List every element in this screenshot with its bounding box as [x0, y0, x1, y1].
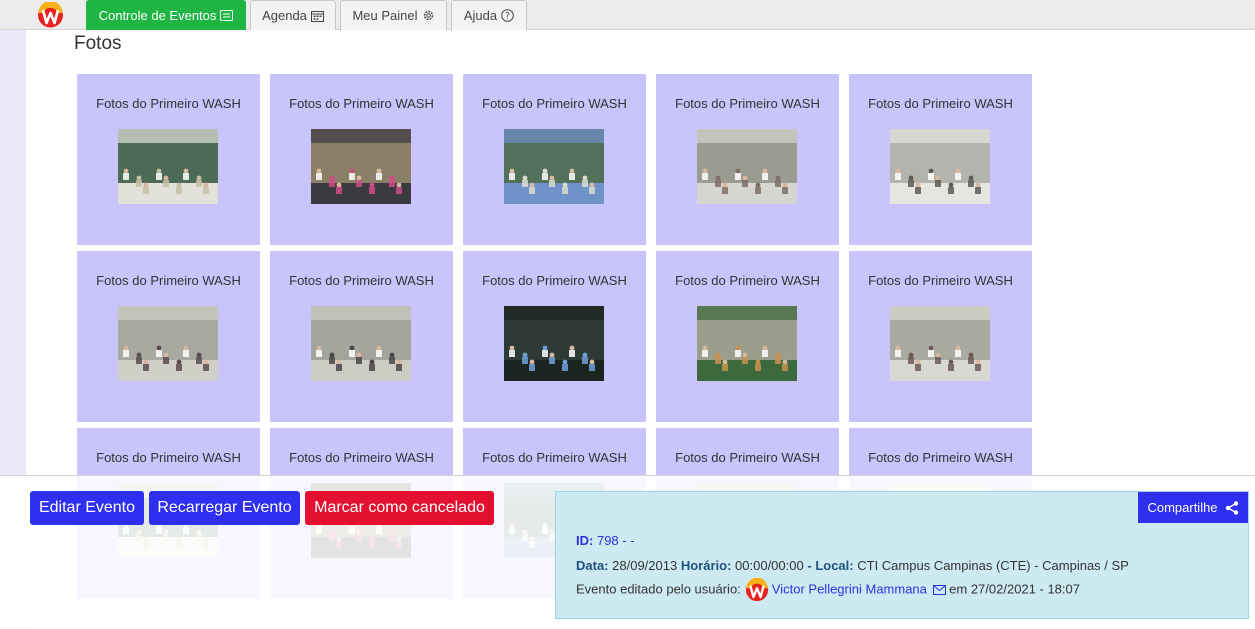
- photo-thumbnail[interactable]: [118, 129, 218, 204]
- photo-card[interactable]: Fotos do Primeiro WASH: [270, 74, 453, 245]
- photo-caption: Fotos do Primeiro WASH: [289, 450, 434, 465]
- svg-text:?: ?: [505, 12, 510, 22]
- photo-caption: Fotos do Primeiro WASH: [96, 96, 241, 111]
- event-date-value: 28/09/2013: [612, 558, 678, 573]
- photo-caption: Fotos do Primeiro WASH: [482, 450, 627, 465]
- photo-card[interactable]: Fotos do Primeiro WASH: [77, 74, 260, 245]
- event-time-value: 00:00/00:00: [735, 558, 804, 573]
- tab-controle-de-eventos[interactable]: Controle de Eventos: [86, 0, 246, 30]
- photo-caption: Fotos do Primeiro WASH: [675, 96, 820, 111]
- tab-label: Agenda: [262, 8, 307, 23]
- event-local-label: Local:: [815, 558, 854, 573]
- edited-suffix: em 27/02/2021 - 18:07: [949, 581, 1080, 597]
- photo-caption: Fotos do Primeiro WASH: [868, 450, 1013, 465]
- mark-cancelled-button[interactable]: Marcar como cancelado: [305, 491, 494, 525]
- tab-agenda[interactable]: Agenda: [250, 0, 336, 30]
- photo-caption: Fotos do Primeiro WASH: [96, 450, 241, 465]
- list-card-icon: [220, 10, 234, 21]
- share-label: Compartilhe: [1147, 500, 1218, 515]
- photo-caption: Fotos do Primeiro WASH: [675, 273, 820, 288]
- wash-logo-icon[interactable]: [37, 1, 64, 28]
- photo-card[interactable]: Fotos do Primeiro WASH: [463, 251, 646, 422]
- avatar: [745, 577, 769, 602]
- event-id-value: 798 - -: [596, 533, 635, 548]
- tab-ajuda[interactable]: Ajuda ?: [451, 0, 527, 30]
- photo-caption: Fotos do Primeiro WASH: [675, 450, 820, 465]
- event-local-value: CTI Campus Campinas (CTE) - Campinas / S…: [857, 558, 1129, 573]
- envelope-icon[interactable]: [932, 585, 946, 595]
- share-icon: [1225, 500, 1238, 515]
- photo-card[interactable]: Fotos do Primeiro WASH: [849, 251, 1032, 422]
- photo-card[interactable]: Fotos do Primeiro WASH: [463, 74, 646, 245]
- event-edited-line: Evento editado pelo usuário: Victor Pelle…: [576, 577, 1080, 602]
- event-date-label: Data:: [576, 558, 609, 573]
- event-info-panel: Compartilhe ID: 798 - - Data: 28/09/2013…: [555, 491, 1249, 619]
- photo-caption: Fotos do Primeiro WASH: [482, 96, 627, 111]
- edited-prefix: Evento editado pelo usuário:: [576, 581, 741, 597]
- section-title: Fotos: [74, 33, 122, 54]
- calendar-icon: [310, 10, 324, 22]
- photo-card[interactable]: Fotos do Primeiro WASH: [849, 74, 1032, 245]
- photo-caption: Fotos do Primeiro WASH: [289, 96, 434, 111]
- photo-caption: Fotos do Primeiro WASH: [868, 96, 1013, 111]
- share-button[interactable]: Compartilhe: [1138, 492, 1248, 523]
- event-time-label: Horário:: [680, 558, 732, 573]
- top-nav: Controle de Eventos Agenda Meu Painel Aj…: [0, 0, 1255, 30]
- photo-card[interactable]: Fotos do Primeiro WASH: [656, 251, 839, 422]
- event-id-line: ID: 798 - -: [576, 533, 635, 548]
- photo-caption: Fotos do Primeiro WASH: [868, 273, 1013, 288]
- photo-card[interactable]: Fotos do Primeiro WASH: [77, 251, 260, 422]
- editor-name-link[interactable]: Victor Pellegrini Mammana: [772, 581, 927, 596]
- tab-label: Controle de Eventos: [98, 8, 217, 23]
- separator: -: [807, 558, 812, 573]
- tab-label: Meu Painel: [352, 8, 418, 23]
- photo-caption: Fotos do Primeiro WASH: [289, 273, 434, 288]
- photo-thumbnail[interactable]: [504, 306, 604, 381]
- photo-thumbnail[interactable]: [311, 306, 411, 381]
- photo-thumbnail[interactable]: [311, 129, 411, 204]
- reload-event-button[interactable]: Recarregar Evento: [149, 491, 300, 525]
- photo-thumbnail[interactable]: [504, 129, 604, 204]
- event-date-line: Data: 28/09/2013 Horário: 00:00/00:00 - …: [576, 558, 1129, 573]
- photo-card[interactable]: Fotos do Primeiro WASH: [270, 251, 453, 422]
- gear-icon: [423, 10, 433, 21]
- event-id-label: ID:: [576, 533, 594, 548]
- photo-thumbnail[interactable]: [697, 129, 797, 204]
- photo-thumbnail[interactable]: [890, 306, 990, 381]
- photo-thumbnail[interactable]: [890, 129, 990, 204]
- tab-meu-painel[interactable]: Meu Painel: [340, 0, 447, 30]
- photo-thumbnail[interactable]: [697, 306, 797, 381]
- tab-label: Ajuda: [463, 8, 498, 23]
- photo-caption: Fotos do Primeiro WASH: [482, 273, 627, 288]
- question-icon: ?: [501, 9, 514, 22]
- photo-caption: Fotos do Primeiro WASH: [96, 273, 241, 288]
- photo-thumbnail[interactable]: [118, 306, 218, 381]
- edit-event-button[interactable]: Editar Evento: [30, 491, 144, 525]
- photo-card[interactable]: Fotos do Primeiro WASH: [656, 74, 839, 245]
